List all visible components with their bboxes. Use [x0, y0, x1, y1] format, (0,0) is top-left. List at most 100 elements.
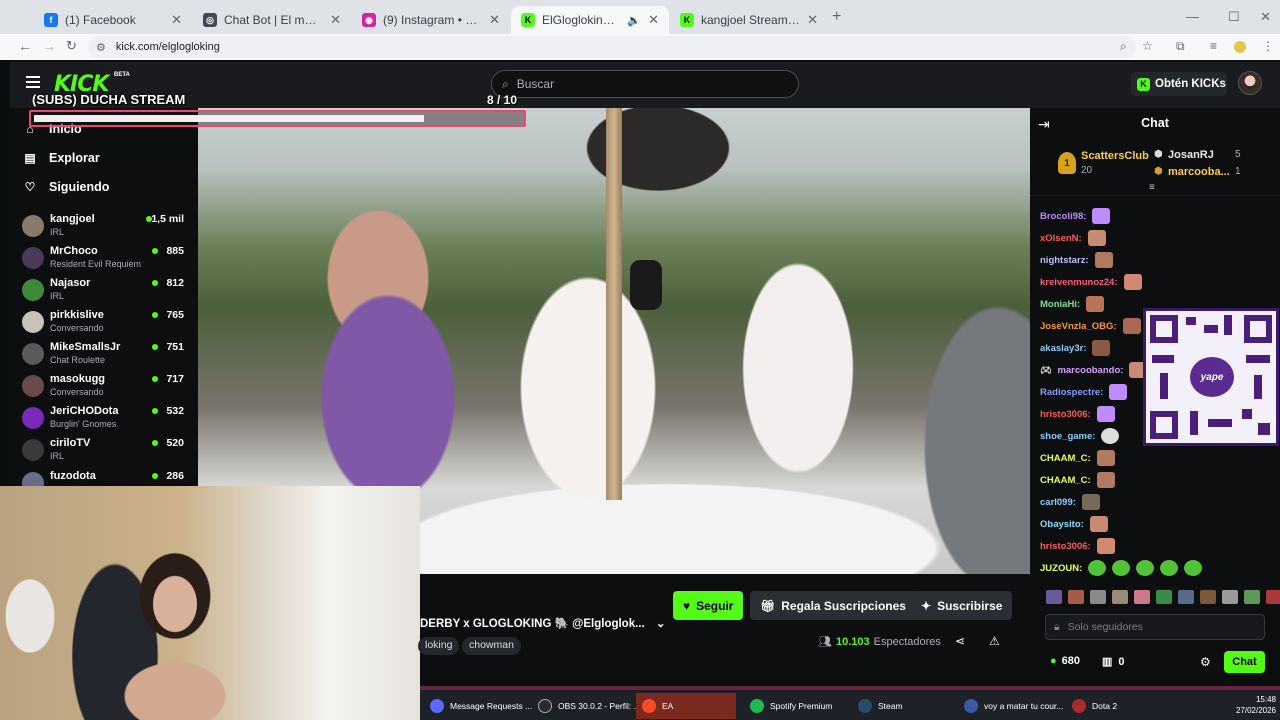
follow-button[interactable]: ♥ Seguir: [673, 591, 744, 620]
gift-balance[interactable]: ▥ 0: [1102, 655, 1125, 669]
chat-username[interactable]: hristo3006:: [1040, 409, 1091, 420]
chat-username[interactable]: shoe_game:: [1040, 431, 1095, 442]
emote-icon[interactable]: [1046, 590, 1062, 604]
media-icon[interactable]: ≡: [1210, 39, 1217, 53]
zoom-icon[interactable]: ⌕: [1120, 39, 1127, 54]
close-icon[interactable]: ✕: [648, 12, 659, 28]
get-kicks-button[interactable]: K Obtén KICKs: [1131, 72, 1227, 96]
sidebar-channel[interactable]: fuzodota 286: [22, 470, 198, 486]
sidebar-channel[interactable]: pirkkislive Conversando 765: [22, 309, 198, 341]
chat-username[interactable]: MoniaHi:: [1040, 299, 1080, 310]
taskbar-item[interactable]: Message Requests ...: [424, 693, 532, 719]
maximize-icon[interactable]: ☐: [1228, 9, 1240, 25]
emote-icon[interactable]: [1068, 590, 1084, 604]
emote-icon[interactable]: [1222, 590, 1238, 604]
emote-icon[interactable]: [1266, 590, 1280, 604]
chat-username[interactable]: carl099:: [1040, 497, 1076, 508]
chevron-down-icon[interactable]: ⌄: [656, 618, 666, 630]
browser-tab[interactable]: ◎ Chat Bot | El mejor software pa ✕: [193, 6, 351, 34]
chat-username[interactable]: CHAAM_C:: [1040, 453, 1091, 464]
sidebar-item-explore[interactable]: ▤ Explorar: [24, 151, 99, 165]
stream-tag[interactable]: loking: [418, 637, 460, 655]
stream-handle[interactable]: @Elgloglok...: [572, 618, 645, 630]
taskbar-item[interactable]: Steam: [852, 693, 952, 719]
reload-icon[interactable]: ↻: [66, 38, 77, 54]
emote-icon[interactable]: [1134, 590, 1150, 604]
emote-icon[interactable]: [1244, 590, 1260, 604]
system-clock[interactable]: 15:48 27/02/2026: [1220, 694, 1276, 716]
taskbar-item[interactable]: Dota 2: [1066, 693, 1156, 719]
sidebar-channel[interactable]: ciriloTV IRL 520: [22, 437, 198, 469]
sidebar-item-following[interactable]: ♡ Siguiendo: [24, 180, 110, 194]
channel-name: kangjoel: [50, 213, 95, 225]
sidebar-channel[interactable]: MikeSmallsJr Chat Roulette 751: [22, 341, 198, 373]
forward-icon[interactable]: →: [42, 38, 56, 54]
stream-tag[interactable]: chowman: [462, 637, 521, 655]
browser-tab[interactable]: K kangjoel Stream - Watch Live o ✕: [670, 6, 828, 34]
chat-username[interactable]: akaslay3r:: [1040, 343, 1086, 354]
hamburger-menu-icon[interactable]: [26, 76, 40, 88]
search-input[interactable]: ⌕ Buscar: [491, 70, 799, 98]
sidebar-channel[interactable]: MrChoco Resident Evil Requiem 885: [22, 245, 198, 277]
sidebar-channel[interactable]: JeriCHODota Burglin' Gnomes 532: [22, 405, 198, 437]
close-icon[interactable]: ✕: [489, 12, 500, 28]
close-icon[interactable]: ✕: [330, 12, 341, 28]
qr-module: [1204, 325, 1218, 333]
emote-icon[interactable]: [1156, 590, 1172, 604]
speaker-icon[interactable]: 🔈: [627, 14, 641, 27]
sidebar-channel[interactable]: Najasor IRL 812: [22, 277, 198, 309]
close-icon[interactable]: ✕: [807, 12, 818, 28]
browser-tab[interactable]: ◉ (9) Instagram • Mensajes ✕: [352, 6, 510, 34]
chat-username[interactable]: JUZOUN:: [1040, 563, 1082, 574]
chat-username[interactable]: Radiospectre:: [1040, 387, 1103, 398]
emote-icon[interactable]: [1112, 590, 1128, 604]
chat-username[interactable]: xOlsenN:: [1040, 233, 1082, 244]
report-warning-icon[interactable]: ⚠: [989, 634, 1000, 648]
chat-username[interactable]: Obaysito:: [1040, 519, 1084, 530]
taskbar-item[interactable]: Spotify Premium: [744, 693, 844, 719]
back-icon[interactable]: ←: [18, 38, 32, 54]
channel-avatar: [22, 279, 44, 301]
channel-viewers: 286: [166, 470, 184, 482]
chat-username[interactable]: marcoobando:: [1057, 365, 1123, 376]
leaderboard-first-name[interactable]: ScattersClub: [1081, 150, 1149, 162]
kicks-balance[interactable]: ● 680: [1050, 655, 1080, 667]
site-settings-icon[interactable]: ⚙: [96, 41, 106, 54]
minimize-icon[interactable]: —: [1186, 9, 1199, 24]
bookmark-star-icon[interactable]: ☆: [1142, 39, 1153, 53]
chat-username[interactable]: kreivenmunoz24:: [1040, 277, 1118, 288]
taskbar-item-active[interactable]: EA: [636, 693, 736, 719]
chat-username[interactable]: JoseVnzla_OBG:: [1040, 321, 1117, 332]
chat-send-button[interactable]: Chat: [1224, 651, 1265, 673]
extensions-icon[interactable]: ⧉: [1176, 39, 1185, 54]
emote-icon[interactable]: [1090, 590, 1106, 604]
expand-leaderboard-icon[interactable]: ≡: [1149, 182, 1155, 193]
menu-kebab-icon[interactable]: ⋮: [1262, 39, 1274, 53]
gift-subs-button[interactable]: 🎁︎ Regala Suscripciones: [750, 591, 916, 620]
chat-username[interactable]: hristo3006:: [1040, 541, 1091, 552]
leaderboard-third-name[interactable]: marcooba...: [1168, 166, 1230, 178]
profile-avatar[interactable]: [1234, 41, 1246, 53]
user-avatar[interactable]: [1238, 71, 1262, 95]
chat-input[interactable]: 🔒︎ Solo seguidores: [1045, 614, 1265, 640]
close-icon[interactable]: ✕: [171, 12, 182, 28]
taskbar-item[interactable]: voy a matar tu cour...: [958, 693, 1063, 719]
share-icon[interactable]: ⋖: [955, 634, 965, 648]
leaderboard-second-name[interactable]: JosanRJ: [1168, 149, 1214, 161]
taskbar-item[interactable]: OBS 30.0.2 - Perfil: ...: [532, 693, 641, 719]
subscribe-button[interactable]: ✦ Suscribirse: [911, 591, 1013, 620]
channel-viewers: 812: [166, 277, 184, 289]
browser-tab[interactable]: f (1) Facebook ✕: [34, 6, 192, 34]
sidebar-channel[interactable]: masokugg Conversando 717: [22, 373, 198, 405]
address-bar[interactable]: ⚙ kick.com/elglogloking: [88, 36, 1136, 58]
emote-icon[interactable]: [1178, 590, 1194, 604]
emote-icon[interactable]: [1200, 590, 1216, 604]
chat-username[interactable]: Brocoli98:: [1040, 211, 1086, 222]
new-tab-button[interactable]: +: [832, 8, 841, 26]
chat-username[interactable]: nightstarz:: [1040, 255, 1089, 266]
window-close-icon[interactable]: ✕: [1260, 9, 1271, 25]
sidebar-channel[interactable]: kangjoel IRL 1,5 mil: [22, 213, 198, 245]
chat-settings-gear-icon[interactable]: ⚙: [1200, 655, 1211, 669]
browser-tab-active[interactable]: K ElGlogloking Stream - Watc 🔈 ✕: [511, 6, 669, 34]
chat-username[interactable]: CHAAM_C:: [1040, 475, 1091, 486]
